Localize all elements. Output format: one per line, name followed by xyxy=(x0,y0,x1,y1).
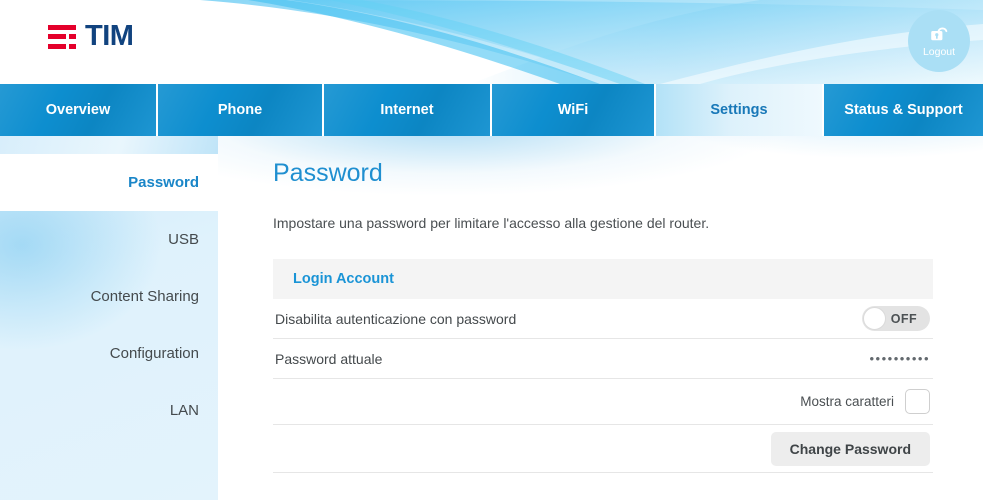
current-password-label: Password attuale xyxy=(275,350,383,367)
row-change-password: Change Password xyxy=(273,425,933,473)
page-body: Password USB Content Sharing Configurati… xyxy=(0,136,983,500)
tim-logo[interactable]: TIM xyxy=(48,20,134,52)
sidebar-item-lan-label: LAN xyxy=(169,402,199,419)
nav-tab-settings-label: Settings xyxy=(710,102,768,118)
row-disable-auth: Disabilita autenticazione con password O… xyxy=(273,299,933,339)
toggle-knob xyxy=(863,307,886,330)
sidebar-item-usb[interactable]: USB xyxy=(0,211,218,268)
sidebar-item-list: Password USB Content Sharing Configurati… xyxy=(0,136,218,439)
nav-tab-wifi[interactable]: WiFi xyxy=(492,84,656,136)
nav-tab-status-support-label: Status & Support xyxy=(844,102,963,118)
show-characters-label: Mostra caratteri xyxy=(800,394,894,409)
sidebar-item-content-sharing[interactable]: Content Sharing xyxy=(0,268,218,325)
logout-label: Logout xyxy=(922,45,956,58)
page-description: Impostare una password per limitare l'ac… xyxy=(273,215,710,231)
router-admin-page: TIM Logout Overview Phone Internet WiFi … xyxy=(0,0,983,500)
nav-tab-wifi-label: WiFi xyxy=(557,102,589,118)
nav-tab-phone[interactable]: Phone xyxy=(158,84,324,136)
sidebar-item-content-sharing-label: Content Sharing xyxy=(90,288,199,305)
row-show-characters: Mostra caratteri xyxy=(273,379,933,425)
page-title: Password xyxy=(273,159,383,187)
change-password-button[interactable]: Change Password xyxy=(770,431,930,466)
row-current-password: Password attuale •••••••••• xyxy=(273,339,933,379)
disable-auth-label: Disabilita autenticazione con password xyxy=(275,310,517,327)
nav-tab-overview-label: Overview xyxy=(45,102,111,118)
sidebar-item-lan[interactable]: LAN xyxy=(0,382,218,439)
toggle-state-label: OFF xyxy=(890,311,917,326)
sidebar-item-usb-label: USB xyxy=(168,231,199,248)
sidebar-item-configuration[interactable]: Configuration xyxy=(0,325,218,382)
logout-button[interactable]: Logout xyxy=(908,10,970,72)
nav-tab-phone-label: Phone xyxy=(217,102,263,118)
disable-auth-control: OFF xyxy=(862,306,930,331)
login-account-panel: Login Account Disabilita autenticazione … xyxy=(273,259,933,473)
nav-tab-settings[interactable]: Settings xyxy=(656,84,824,136)
content-top-glow xyxy=(218,136,983,256)
page-header: TIM Logout xyxy=(0,0,983,84)
sidebar-item-configuration-label: Configuration xyxy=(109,345,199,362)
panel-header: Login Account xyxy=(273,259,933,299)
main-navigation: Overview Phone Internet WiFi Settings St… xyxy=(0,84,983,136)
current-password-value[interactable]: •••••••••• xyxy=(869,351,930,366)
open-padlock-icon xyxy=(931,27,948,40)
nav-tab-overview[interactable]: Overview xyxy=(0,84,158,136)
nav-tab-status-support[interactable]: Status & Support xyxy=(824,84,983,136)
tim-logo-text: TIM xyxy=(85,20,134,52)
header-decorative-waves xyxy=(0,0,983,84)
panel-header-label: Login Account xyxy=(293,271,394,287)
main-content: Password Impostare una password per limi… xyxy=(218,136,983,500)
nav-tab-internet-label: Internet xyxy=(380,102,434,118)
sidebar-item-password-label: Password xyxy=(128,174,199,191)
nav-tab-internet[interactable]: Internet xyxy=(324,84,492,136)
disable-auth-toggle[interactable]: OFF xyxy=(862,306,930,331)
sidebar-item-password[interactable]: Password xyxy=(0,154,218,211)
show-characters-checkbox[interactable] xyxy=(905,389,930,414)
tim-logo-mark-icon xyxy=(48,24,76,49)
settings-sidebar: Password USB Content Sharing Configurati… xyxy=(0,136,218,500)
